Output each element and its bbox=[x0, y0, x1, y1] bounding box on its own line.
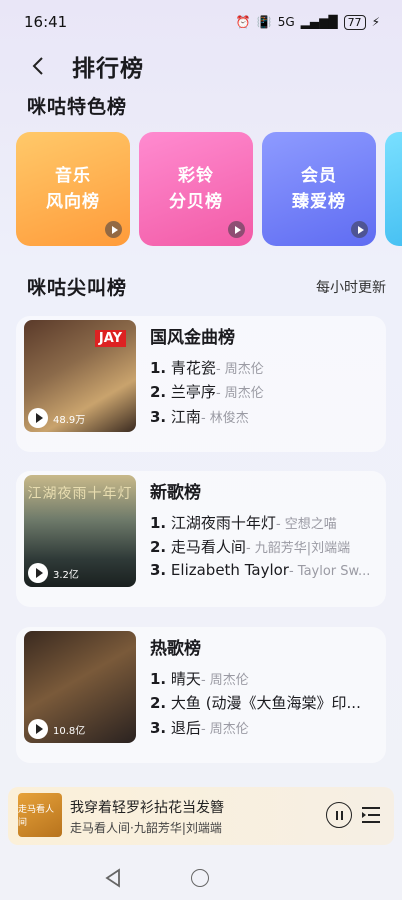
nav-back-button[interactable] bbox=[104, 868, 122, 892]
track-song: 江湖夜雨十年灯 bbox=[170, 514, 276, 532]
playlist-button[interactable] bbox=[360, 804, 382, 826]
track-row[interactable]: 1. 江湖夜雨十年灯- 空想之喵 bbox=[150, 512, 380, 533]
chart-name: 热歌榜 bbox=[150, 639, 201, 659]
cover-tag: JAY bbox=[94, 330, 126, 347]
play-icon[interactable] bbox=[28, 719, 48, 739]
track-row[interactable]: 3. Elizabeth Taylor- Taylor Sw... bbox=[150, 561, 380, 579]
track-rank: 2. bbox=[150, 538, 167, 556]
network-label: 5G bbox=[277, 15, 295, 29]
track-song: 退后 bbox=[170, 719, 201, 737]
track-row[interactable]: 2. 兰亭序- 周杰伦 bbox=[150, 381, 380, 402]
play-count-text: 10.8亿 bbox=[53, 725, 86, 737]
track-row[interactable]: 3. 江南- 林俊杰 bbox=[150, 406, 380, 427]
chart-cover[interactable]: JAY 48.9万 bbox=[24, 320, 136, 432]
track-song: 走马看人间 bbox=[170, 538, 246, 556]
featured-card-partial[interactable] bbox=[385, 132, 402, 246]
play-count-text: 3.2亿 bbox=[53, 569, 79, 581]
track-artist: - 空想之喵 bbox=[275, 517, 337, 532]
featured-card-line1: 彩铃 bbox=[178, 166, 214, 186]
now-playing-subtitle: 走马看人间·九韶芳华|刘端端 bbox=[70, 821, 222, 835]
pause-button[interactable] bbox=[326, 802, 352, 828]
triangle-back-icon bbox=[105, 868, 120, 888]
track-row[interactable]: 1. 青花瓷- 周杰伦 bbox=[150, 357, 380, 378]
charging-icon: ⚡ bbox=[371, 15, 380, 29]
featured-card-line2: 臻爱榜 bbox=[292, 192, 346, 212]
track-rank: 1. bbox=[150, 359, 167, 377]
track-song: 大鱼 (动漫《大鱼海棠》印... bbox=[170, 694, 361, 712]
featured-card-trend[interactable]: 音乐 风向榜 bbox=[16, 132, 130, 246]
track-song: 江南 bbox=[170, 408, 201, 426]
top-bar: 排行榜 bbox=[0, 46, 402, 86]
playlist-icon bbox=[362, 807, 380, 823]
track-artist: - 林俊杰 bbox=[200, 411, 249, 426]
status-icons: ⏰ 📳 5G ▂▄▆█ 77 ⚡ bbox=[235, 14, 380, 30]
battery-indicator: 77 bbox=[343, 14, 366, 30]
featured-card-member[interactable]: 会员 臻爱榜 bbox=[262, 132, 376, 246]
play-count: 10.8亿 bbox=[28, 719, 85, 739]
track-artist: - 九韶芳华|刘端端 bbox=[245, 541, 351, 556]
pause-icon-bar bbox=[335, 810, 338, 820]
chart-name: 新歌榜 bbox=[150, 483, 201, 503]
update-note: 每小时更新 bbox=[316, 280, 386, 296]
track-rank: 1. bbox=[150, 670, 167, 688]
track-rank: 2. bbox=[150, 694, 167, 712]
play-icon[interactable] bbox=[105, 221, 122, 238]
track-artist: - 周杰伦 bbox=[200, 722, 249, 737]
pause-icon-bar bbox=[340, 810, 343, 820]
track-row[interactable]: 2. 大鱼 (动漫《大鱼海棠》印... bbox=[150, 692, 380, 713]
play-count: 48.9万 bbox=[28, 408, 85, 428]
cover-caption: 江湖夜雨十年灯 bbox=[27, 486, 133, 502]
chart-cover[interactable]: 10.8亿 bbox=[24, 631, 136, 743]
track-rank: 3. bbox=[150, 408, 167, 426]
chart-card-guofeng[interactable]: JAY 48.9万 国风金曲榜 1. 青花瓷- 周杰伦 2. 兰亭序- 周杰伦 … bbox=[16, 316, 386, 452]
track-artist: - 周杰伦 bbox=[215, 386, 264, 401]
page-title: 排行榜 bbox=[72, 56, 144, 82]
chart-card-new[interactable]: 江湖夜雨十年灯 3.2亿 新歌榜 1. 江湖夜雨十年灯- 空想之喵 2. 走马看… bbox=[16, 471, 386, 607]
signal-icon: ▂▄▆█ bbox=[300, 15, 338, 29]
play-icon[interactable] bbox=[228, 221, 245, 238]
system-nav-bar bbox=[0, 862, 402, 900]
track-row[interactable]: 3. 退后- 周杰伦 bbox=[150, 717, 380, 738]
track-rank: 3. bbox=[150, 561, 167, 579]
nav-home-button[interactable] bbox=[191, 869, 209, 887]
featured-card-line2: 分贝榜 bbox=[169, 192, 223, 212]
featured-card-ringtone[interactable]: 彩铃 分贝榜 bbox=[139, 132, 253, 246]
track-song: 青花瓷 bbox=[170, 359, 216, 377]
track-rank: 2. bbox=[150, 383, 167, 401]
track-row[interactable]: 2. 走马看人间- 九韶芳华|刘端端 bbox=[150, 536, 380, 557]
play-icon[interactable] bbox=[28, 563, 48, 583]
featured-cards: 音乐 风向榜 彩铃 分贝榜 会员 臻爱榜 bbox=[16, 132, 402, 246]
back-button[interactable] bbox=[18, 46, 58, 86]
hot-section-title: 咪咕尖叫榜 bbox=[27, 277, 128, 299]
track-song: Elizabeth Taylor bbox=[170, 561, 289, 579]
track-song: 兰亭序 bbox=[170, 383, 216, 401]
track-song: 晴天 bbox=[170, 670, 201, 688]
now-playing-title: 我穿着轻罗衫拈花当发簪 bbox=[70, 800, 224, 816]
chart-cover[interactable]: 江湖夜雨十年灯 3.2亿 bbox=[24, 475, 136, 587]
play-icon[interactable] bbox=[28, 408, 48, 428]
track-rank: 3. bbox=[150, 719, 167, 737]
track-artist: - Taylor Sw... bbox=[288, 564, 371, 579]
mini-player-cover[interactable]: 走马看人间 bbox=[18, 793, 62, 837]
alarm-icon: ⏰ bbox=[235, 15, 251, 29]
featured-section-title: 咪咕特色榜 bbox=[27, 96, 128, 118]
chevron-left-icon bbox=[32, 57, 43, 75]
track-artist: - 周杰伦 bbox=[215, 362, 264, 377]
play-count: 3.2亿 bbox=[28, 563, 79, 583]
status-bar: 16:41 ⏰ 📳 5G ▂▄▆█ 77 ⚡ bbox=[0, 0, 402, 44]
chart-name: 国风金曲榜 bbox=[150, 328, 235, 348]
vibrate-icon: 📳 bbox=[256, 15, 272, 29]
play-icon[interactable] bbox=[351, 221, 368, 238]
mini-player[interactable]: 走马看人间 我穿着轻罗衫拈花当发簪 走马看人间·九韶芳华|刘端端 bbox=[8, 787, 394, 845]
track-row[interactable]: 1. 晴天- 周杰伦 bbox=[150, 668, 380, 689]
track-rank: 1. bbox=[150, 514, 167, 532]
chart-card-hot[interactable]: 10.8亿 热歌榜 1. 晴天- 周杰伦 2. 大鱼 (动漫《大鱼海棠》印...… bbox=[16, 627, 386, 763]
featured-card-line2: 风向榜 bbox=[46, 192, 100, 212]
featured-card-line1: 会员 bbox=[301, 166, 337, 186]
featured-card-line1: 音乐 bbox=[55, 166, 91, 186]
play-count-text: 48.9万 bbox=[53, 414, 86, 426]
track-artist: - 周杰伦 bbox=[200, 673, 249, 688]
status-time: 16:41 bbox=[24, 13, 68, 31]
